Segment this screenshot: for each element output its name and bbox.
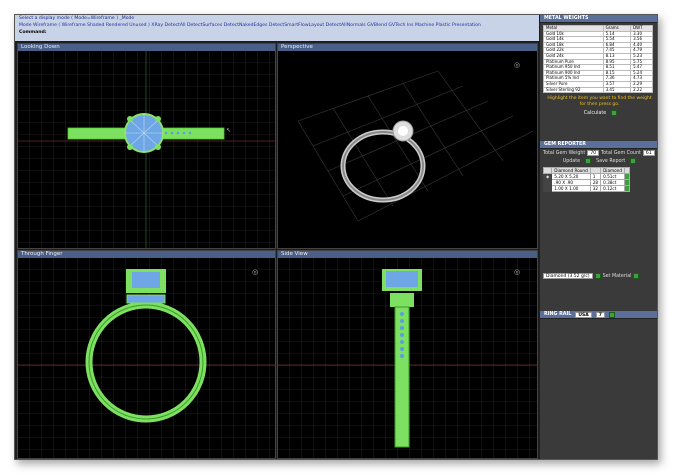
ring-thumb-icon: ◎ [514,61,520,69]
side-panel: METAL WEIGHTS Metal Grams DWT Gold 10k 5.… [540,15,657,459]
panel-title: GEM REPORTER [540,141,657,149]
column-header: Diamond [600,167,625,174]
viewport-top[interactable]: Looking Down ↖ [17,43,276,249]
ring-size-select[interactable]: 7 [595,311,605,318]
ring-thumb-icon: ◎ [252,268,258,276]
viewport-perspective[interactable]: Perspective ◎ [277,43,538,249]
cursor-icon: ↖ [226,127,231,134]
update-button[interactable]: Update [563,159,580,164]
column-header: Diamond Round [551,167,591,174]
front-view-canvas: ◎ [18,258,275,458]
instruction-text: Highlight the item you want to find the … [547,96,652,107]
panel-title: RING RAIL [544,311,572,317]
viewport-title[interactable]: Side View [278,251,537,258]
ring-thumb-icon: ◎ [514,268,520,276]
table-row[interactable]: Silver Sterling 92 3.45 2.22 [543,86,653,94]
metal-weights-panel: METAL WEIGHTS Metal Grams DWT Gold 10k 5.… [540,15,657,117]
viewport-title[interactable]: Perspective [278,44,537,51]
ring-go-button[interactable] [608,311,615,318]
table-row[interactable]: 1.00 X 1.00 32 0.12ct [542,185,630,192]
save-go-button[interactable] [630,158,637,164]
gem-icon: ◆ [546,174,550,179]
size-unit-select[interactable]: USA [575,311,592,318]
metal-table[interactable]: Metal Grams DWT Gold 10k 5.14 3.30 Gold 14… [543,25,653,94]
update-go-button[interactable] [585,158,592,164]
viewport-front[interactable]: Through Finger ◎ [17,250,276,459]
display-mode-options[interactable]: Mode Wireframe ( Wireframe Shaded Render… [15,22,539,29]
ring-rail-panel: RING RAIL USA 7 [540,311,657,319]
total-gem-count-value: 61 [642,150,655,156]
save-report-button[interactable]: Save Report [596,159,625,164]
command-area: Select a display mode ( Mode=Wireframe )… [15,15,539,41]
panel-title: METAL WEIGHTS [540,15,657,23]
command-line[interactable]: Command: [15,29,539,36]
side-view-canvas: ◎ [278,258,537,458]
calculate-button[interactable]: Calculate [582,111,608,116]
matrix-window: Select a display mode ( Mode=Wireframe )… [14,14,658,460]
go-button[interactable] [611,110,618,117]
command-prompt: Select a display mode ( Mode=Wireframe )… [19,16,135,21]
material-select[interactable]: Diamond (3.52 g/c) [543,273,593,279]
total-gem-count-label: Total Gem Count [601,150,641,156]
material-go-button[interactable] [594,273,601,279]
total-gem-weight-label: Total Gem Weight [543,150,586,156]
set-material-go-button[interactable] [633,273,640,279]
top-view-canvas: ↖ [18,51,275,248]
viewport-side[interactable]: Side View ◎ [277,250,538,459]
gem-reporter-panel: GEM REPORTER Total Gem Weight 70 Total G… [540,141,657,280]
total-gem-weight-value: 70 [587,150,600,156]
gem-table[interactable]: Diamond Round Diamond ◆ 5.20 X 5.20 1 0.51c… [542,167,630,192]
viewport-title[interactable]: Looking Down [18,44,275,51]
set-material-button[interactable]: Set Material [603,274,632,279]
perspective-canvas: ◎ [297,61,534,222]
viewport-title[interactable]: Through Finger [18,251,275,258]
